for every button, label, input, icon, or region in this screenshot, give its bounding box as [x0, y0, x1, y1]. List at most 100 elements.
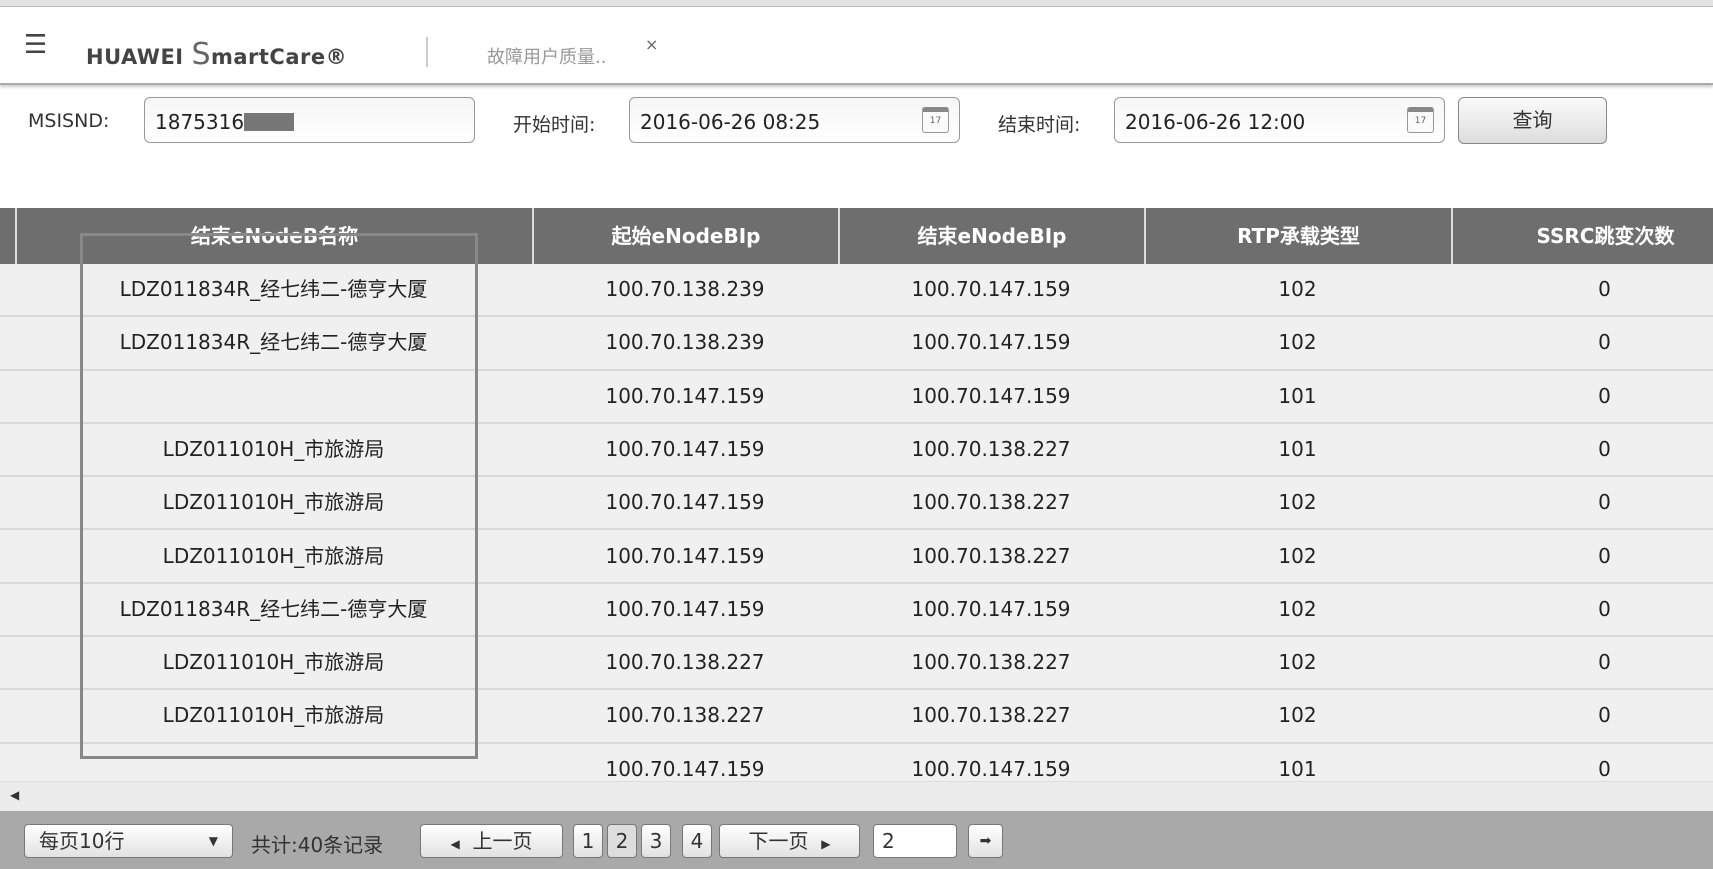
end-time-input[interactable]: 2016-06-26 12:00 17 — [1114, 97, 1445, 143]
cell-end-enodeb-ip: 100.70.138.227 — [911, 650, 1071, 675]
column-header-hidden[interactable] — [0, 208, 15, 264]
cell-end-enodeb-ip: 100.70.138.227 — [911, 436, 1071, 461]
redaction-mask — [244, 113, 295, 131]
query-button[interactable]: 查询 — [1458, 97, 1607, 144]
cell-rtp-bearer-type: 102 — [1278, 703, 1317, 728]
table-row[interactable]: LDZ011010H_市旅游局 100.70.138.227 100.70.138.… — [0, 690, 1713, 744]
cell-rtp-bearer-type: 102 — [1278, 490, 1317, 515]
cell-start-enodeb-ip: 100.70.147.159 — [605, 490, 765, 515]
table-row[interactable]: LDZ011834R_经七纬二-德亨大厦 100.70.138.239 100.70… — [0, 264, 1713, 318]
data-table: 结束eNodeB名称 起始eNodeBIp 结束eNodeBIp RTP承载类型… — [0, 208, 1713, 781]
cell-end-enodeb-name: LDZ011834R_经七纬二-德亨大厦 — [119, 277, 428, 301]
cell-rtp-bearer-type: 102 — [1278, 277, 1317, 301]
cell-end-enodeb-name: LDZ011010H_市旅游局 — [162, 436, 385, 461]
cell-start-enodeb-ip: 100.70.138.239 — [605, 277, 765, 301]
cell-ssrc-change-count: 0 — [1598, 543, 1611, 568]
cell-start-enodeb-ip: 100.70.147.159 — [605, 383, 765, 408]
cell-end-enodeb-ip: 100.70.147.159 — [911, 596, 1071, 621]
cell-start-enodeb-ip: 100.70.138.239 — [605, 330, 765, 355]
cell-ssrc-change-count: 0 — [1598, 490, 1611, 515]
brand-logo: HUAWEI SmartCare® — [86, 37, 348, 72]
cell-ssrc-change-count: 0 — [1598, 330, 1611, 355]
header-divider — [426, 37, 428, 67]
prev-page-button[interactable]: ◀ 上一页 — [420, 824, 563, 858]
cell-ssrc-change-count: 0 — [1598, 650, 1611, 675]
table-header: 结束eNodeB名称 起始eNodeBIp 结束eNodeBIp RTP承载类型… — [0, 208, 1713, 264]
column-header-end-enodeb-ip[interactable]: 结束eNodeBIp — [838, 208, 1144, 264]
cell-ssrc-change-count: 0 — [1598, 596, 1611, 621]
cell-end-enodeb-ip: 100.70.147.159 — [911, 330, 1071, 355]
app-header: ☰ HUAWEI SmartCare® 故障用户质量.. × — [0, 7, 1713, 85]
cell-rtp-bearer-type: 102 — [1278, 543, 1317, 568]
cell-end-enodeb-name: LDZ011010H_市旅游局 — [162, 703, 385, 728]
cell-rtp-bearer-type: 101 — [1278, 383, 1317, 408]
msisdn-input[interactable]: 1875316 — [144, 97, 475, 143]
table-row[interactable]: 100.70.147.159 100.70.147.159 101 0 — [0, 370, 1713, 424]
table-row[interactable]: LDZ011010H_市旅游局 100.70.147.159 100.70.138.… — [0, 530, 1713, 584]
table-row[interactable]: LDZ011834R_经七纬二-德亨大厦 100.70.138.239 100.70… — [0, 317, 1713, 371]
cell-rtp-bearer-type: 102 — [1278, 330, 1317, 355]
calendar-icon[interactable]: 17 — [922, 107, 949, 133]
cell-start-enodeb-ip: 100.70.147.159 — [605, 436, 765, 461]
start-time-label: 开始时间: — [513, 114, 596, 136]
cell-end-enodeb-name — [15, 744, 532, 781]
chevron-right-icon: ▶ — [821, 837, 831, 851]
start-time-input[interactable]: 2016-06-26 08:25 17 — [629, 97, 960, 143]
cell-end-enodeb-name: LDZ011010H_市旅游局 — [162, 490, 385, 515]
column-header-end-enodeb-name[interactable]: 结束eNodeB名称 — [15, 208, 532, 264]
goto-page-input[interactable]: 2 — [873, 824, 957, 858]
cell-rtp-bearer-type: 101 — [1278, 436, 1317, 461]
next-page-button[interactable]: 下一页 ▶ — [719, 824, 860, 858]
chevron-down-icon: ▼ — [208, 834, 218, 848]
cell-ssrc-change-count: 0 — [1598, 436, 1611, 461]
goto-arrow-icon[interactable]: ➡ — [968, 824, 1003, 858]
column-header-start-enodeb-ip[interactable]: 起始eNodeBIp — [532, 208, 838, 264]
cell-rtp-bearer-type: 102 — [1278, 596, 1317, 621]
cell-ssrc-change-count: 0 — [1598, 277, 1611, 301]
cell-start-enodeb-ip: 100.70.147.159 — [605, 596, 765, 621]
cell-start-enodeb-ip: 100.70.147.159 — [605, 543, 765, 568]
window-top-strip — [0, 0, 1713, 7]
cell-ssrc-change-count: 0 — [1598, 383, 1611, 408]
cell-end-enodeb-ip: 100.70.147.159 — [911, 756, 1071, 781]
tab-fault-user-quality[interactable]: 故障用户质量.. — [487, 43, 606, 69]
cell-end-enodeb-name: LDZ011010H_市旅游局 — [162, 650, 385, 675]
menu-icon[interactable]: ☰ — [24, 32, 47, 58]
msisdn-label: MSISND: — [28, 110, 110, 132]
scroll-left-icon[interactable]: ◀ — [10, 788, 19, 802]
cell-end-enodeb-name: LDZ011834R_经七纬二-德亨大厦 — [119, 330, 428, 355]
table-row[interactable]: LDZ011010H_市旅游局 100.70.147.159 100.70.138.… — [0, 477, 1713, 531]
table-row[interactable]: LDZ011010H_市旅游局 100.70.147.159 100.70.138.… — [0, 423, 1713, 478]
pagination-bar: 每页10行 ▼ 共计:40条记录 ◀ 上一页 1 2 3 4 下一页 ▶ 2 ➡ — [0, 811, 1713, 869]
total-records: 共计:40条记录 — [251, 833, 384, 857]
page-1-button[interactable]: 1 — [573, 824, 603, 858]
table-row[interactable]: 100.70.147.159 100.70.147.159 101 0 — [0, 743, 1713, 781]
cell-ssrc-change-count: 0 — [1598, 756, 1611, 781]
cell-start-enodeb-ip: 100.70.147.159 — [605, 756, 765, 781]
cell-rtp-bearer-type: 101 — [1278, 756, 1317, 781]
cell-start-enodeb-ip: 100.70.138.227 — [605, 650, 765, 675]
column-header-rtp-bearer-type[interactable]: RTP承载类型 — [1144, 208, 1451, 264]
cell-ssrc-change-count: 0 — [1598, 703, 1611, 728]
cell-end-enodeb-ip: 100.70.147.159 — [911, 383, 1071, 408]
column-header-ssrc-change-count[interactable]: SSRC跳变次数 — [1451, 208, 1713, 264]
calendar-icon[interactable]: 17 — [1407, 107, 1434, 133]
table-row[interactable]: LDZ011010H_市旅游局 100.70.138.227 100.70.138.… — [0, 637, 1713, 691]
page-4-button[interactable]: 4 — [682, 824, 712, 858]
cell-end-enodeb-ip: 100.70.138.227 — [911, 490, 1071, 515]
horizontal-scrollbar[interactable]: ◀ — [0, 781, 1713, 811]
tab-close-icon[interactable]: × — [645, 35, 658, 54]
table-row[interactable]: LDZ011834R_经七纬二-德亨大厦 100.70.147.159 100.70… — [0, 583, 1713, 638]
page-3-button[interactable]: 3 — [641, 824, 671, 858]
cell-end-enodeb-name: LDZ011834R_经七纬二-德亨大厦 — [119, 596, 428, 621]
cell-end-enodeb-ip: 100.70.138.227 — [911, 543, 1071, 568]
cell-rtp-bearer-type: 102 — [1278, 650, 1317, 675]
cell-end-enodeb-ip: 100.70.138.227 — [911, 703, 1071, 728]
chevron-left-icon: ◀ — [450, 837, 460, 851]
page-2-button[interactable]: 2 — [607, 824, 637, 858]
cell-start-enodeb-ip: 100.70.138.227 — [605, 703, 765, 728]
cell-end-enodeb-ip: 100.70.147.159 — [911, 277, 1071, 301]
cell-end-enodeb-name — [15, 371, 532, 422]
page-size-select[interactable]: 每页10行 ▼ — [24, 824, 233, 858]
end-time-label: 结束时间: — [998, 114, 1081, 136]
